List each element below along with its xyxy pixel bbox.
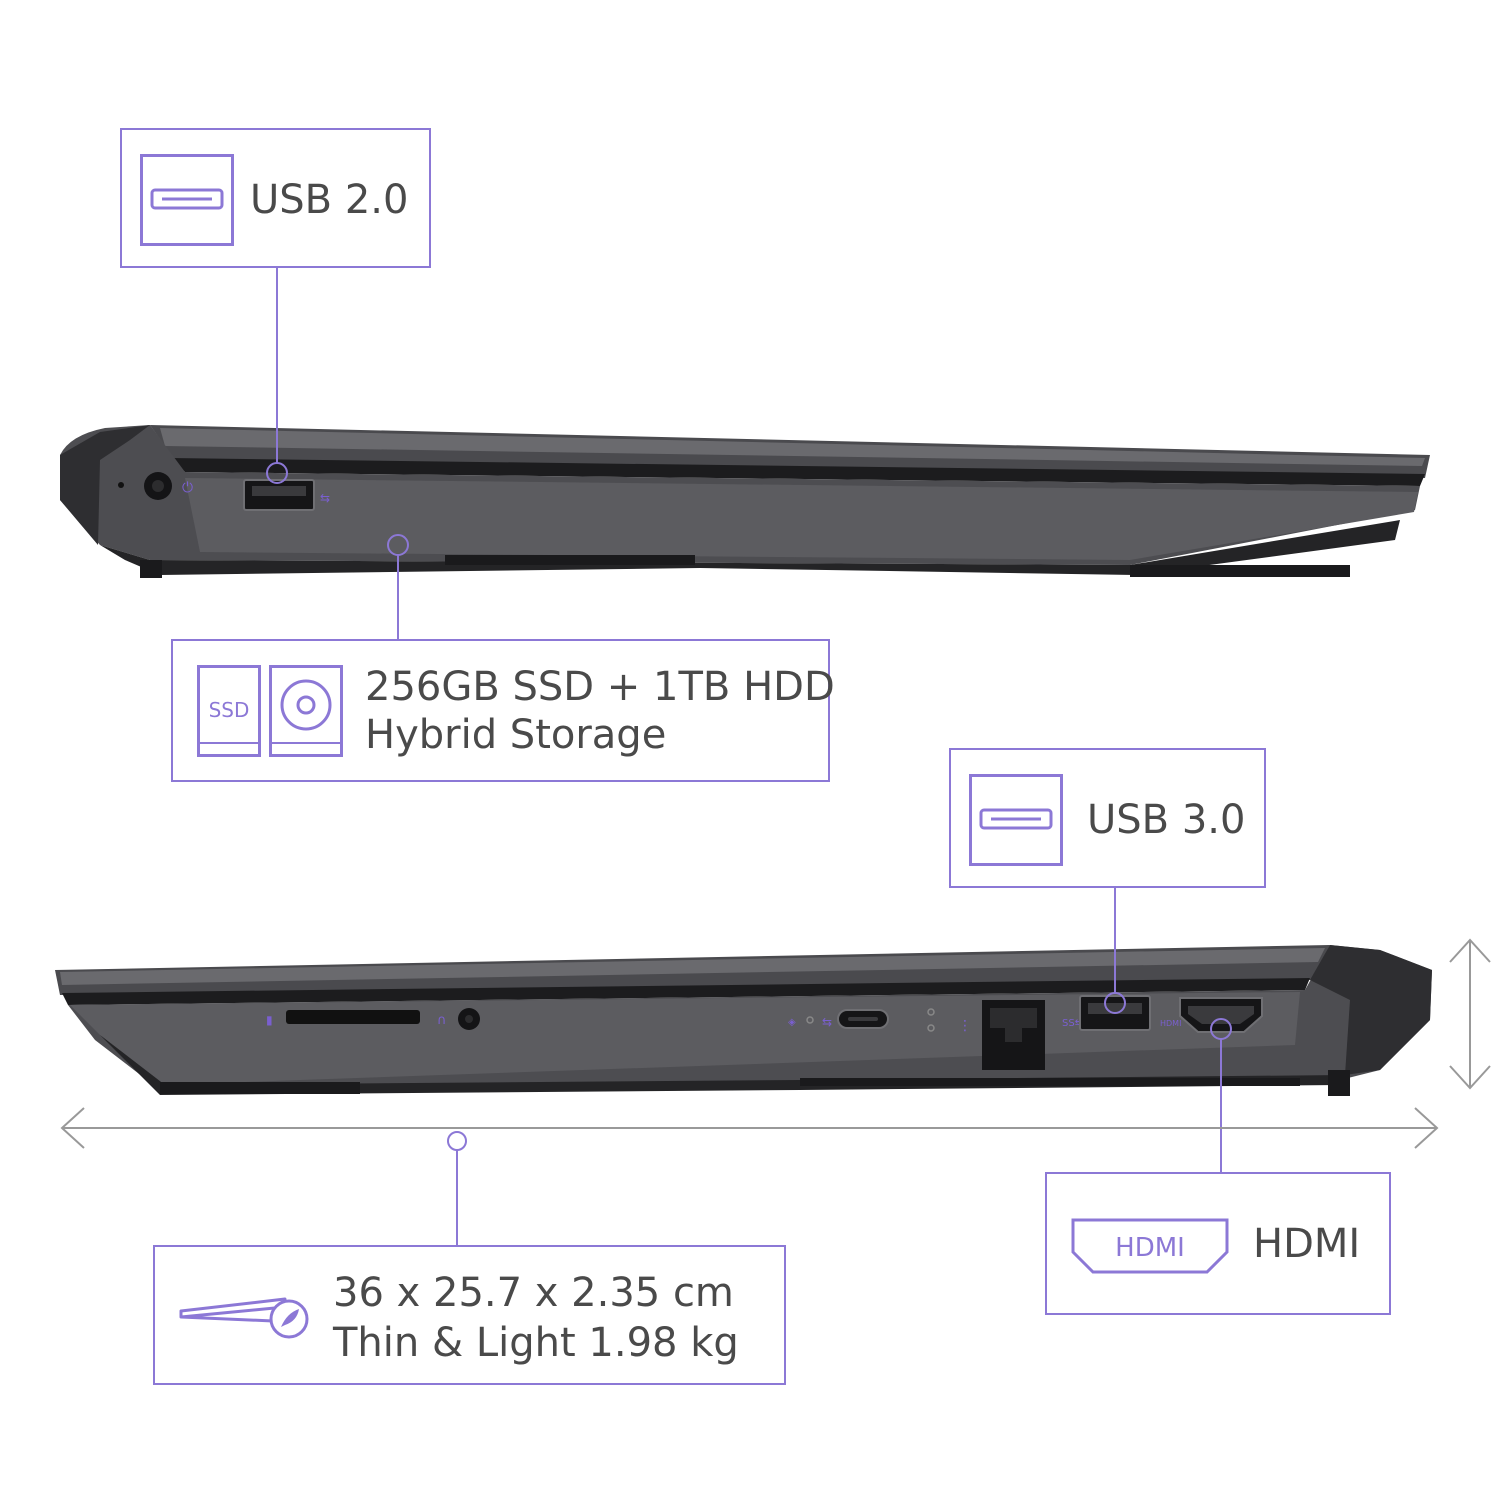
hdmi-port-icon: HDMI bbox=[1071, 1218, 1229, 1274]
dimensions-label-line1: 36 x 25.7 x 2.35 cm bbox=[333, 1270, 734, 1316]
svg-text:⇆: ⇆ bbox=[320, 491, 330, 505]
usb3-callout: USB 3.0 bbox=[949, 748, 1266, 888]
svg-text:HDMI: HDMI bbox=[1115, 1233, 1185, 1263]
svg-text:∩: ∩ bbox=[437, 1013, 447, 1028]
thin-laptop-feather-icon bbox=[179, 1297, 309, 1339]
hdmi-label: HDMI bbox=[1253, 1221, 1361, 1267]
svg-text:⇆: ⇆ bbox=[822, 1015, 832, 1029]
storage-label-line2: Hybrid Storage bbox=[365, 712, 667, 758]
svg-text:⋮: ⋮ bbox=[958, 1018, 972, 1034]
dimensions-callout: 36 x 25.7 x 2.35 cm Thin & Light 1.98 kg bbox=[153, 1245, 786, 1385]
usb-port-icon bbox=[140, 154, 234, 246]
usb3-label: USB 3.0 bbox=[1087, 797, 1246, 843]
laptop-left-side-view: ⏻ ⇆ bbox=[60, 425, 1430, 578]
width-dimension-arrow bbox=[60, 1107, 1439, 1149]
usb-port-icon bbox=[969, 774, 1063, 866]
svg-text:◈: ◈ bbox=[788, 1017, 796, 1028]
svg-text:▮: ▮ bbox=[266, 1013, 273, 1027]
hdmi-callout: HDMI HDMI bbox=[1045, 1172, 1391, 1315]
svg-text:SSD: SSD bbox=[209, 698, 250, 722]
height-dimension-arrow bbox=[1449, 938, 1491, 1090]
dimensions-label-line2: Thin & Light 1.98 kg bbox=[333, 1320, 739, 1366]
svg-text:HDMI: HDMI bbox=[1160, 1019, 1181, 1028]
storage-callout: SSD 256GB SSD + 1TB HDD Hybrid Storage bbox=[171, 639, 835, 782]
usb2-label: USB 2.0 bbox=[250, 177, 409, 223]
usb2-callout: USB 2.0 bbox=[120, 128, 431, 268]
ssd-icon: SSD bbox=[197, 665, 261, 757]
storage-label-line1: 256GB SSD + 1TB HDD bbox=[365, 664, 835, 710]
hdd-icon bbox=[269, 665, 343, 757]
svg-text:⏻: ⏻ bbox=[182, 480, 193, 496]
